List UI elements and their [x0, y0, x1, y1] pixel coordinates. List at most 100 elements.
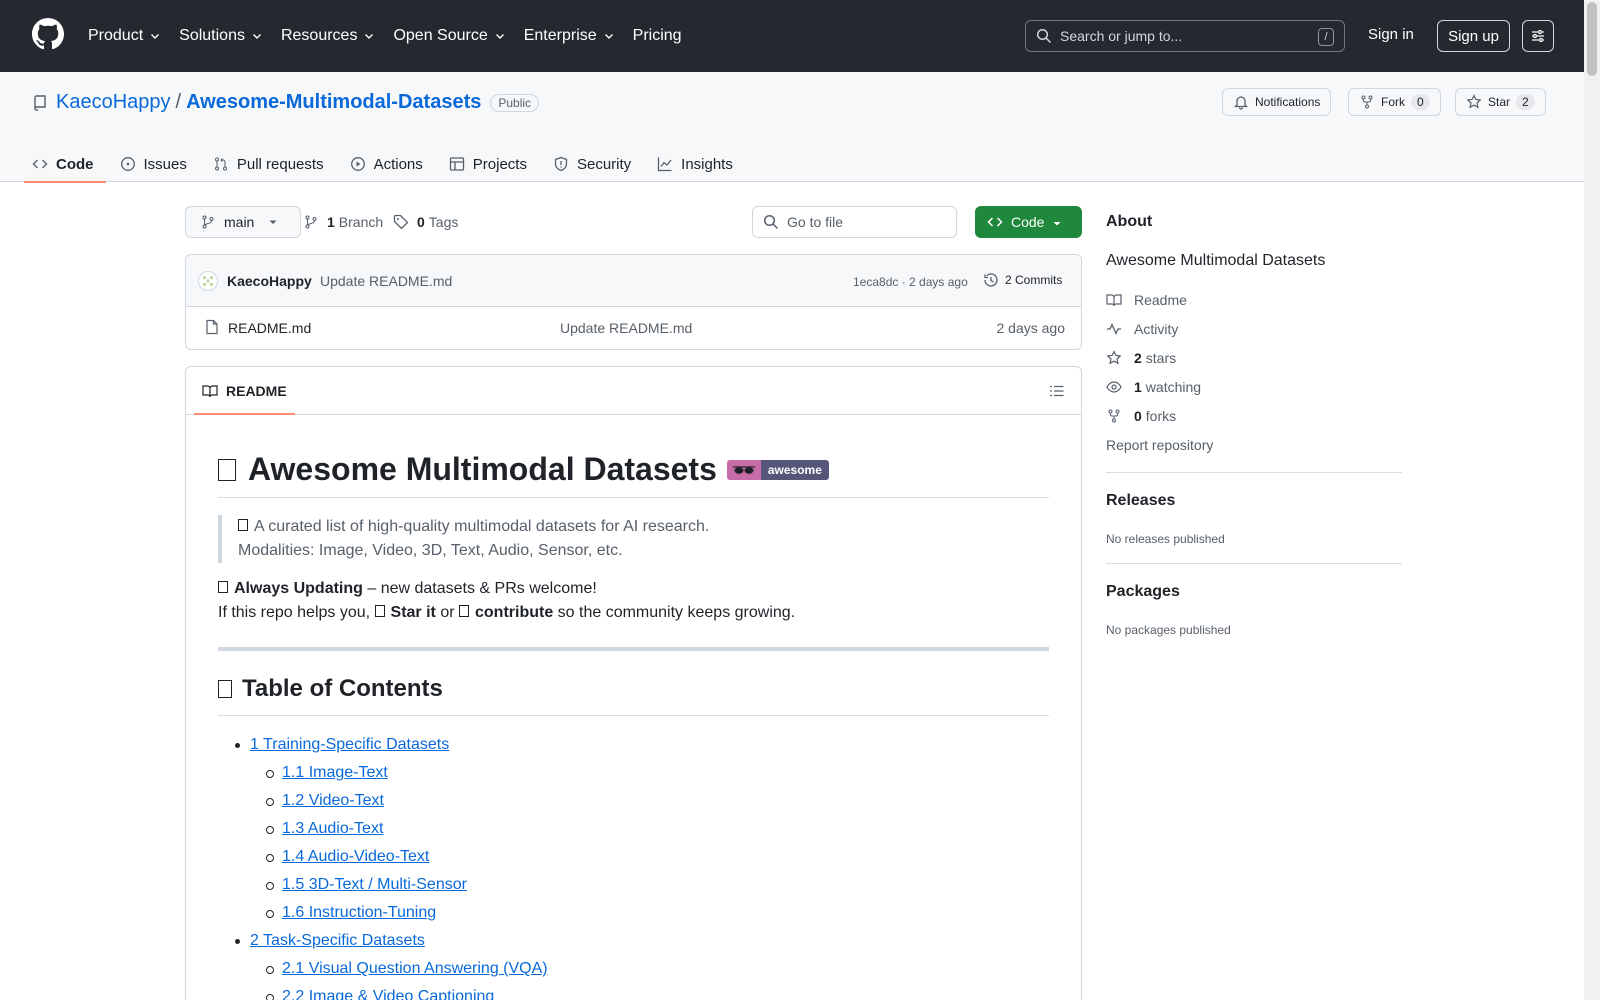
- tab-projects[interactable]: Projects: [449, 146, 527, 182]
- horizontal-rule: [218, 647, 1049, 651]
- global-header: Product Solutions Resources Open Source …: [0, 0, 1584, 72]
- toc-link[interactable]: 1.1 Image-Text: [282, 764, 388, 781]
- forks-link[interactable]: 0 forks: [1106, 408, 1176, 424]
- toc-link[interactable]: 2.2 Image & Video Captioning: [282, 988, 494, 1000]
- star-label: Star: [1488, 95, 1511, 109]
- fork-button[interactable]: Fork 0: [1348, 88, 1441, 116]
- nav-resources[interactable]: Resources: [281, 27, 375, 45]
- readme-tab[interactable]: README: [202, 383, 287, 399]
- packages-empty-text: No packages published: [1106, 623, 1231, 637]
- releases-heading[interactable]: Releases: [1106, 492, 1175, 510]
- commit-author-link[interactable]: KaecoHappy: [227, 273, 312, 289]
- nav-enterprise[interactable]: Enterprise: [524, 27, 615, 45]
- toc-link[interactable]: 1.6 Instruction-Tuning: [282, 904, 436, 921]
- report-repository-link[interactable]: Report repository: [1106, 437, 1213, 453]
- repo-owner-link[interactable]: KaecoHappy: [56, 91, 171, 114]
- activity-link-label: Activity: [1134, 321, 1179, 337]
- avatar[interactable]: [198, 271, 218, 291]
- emoji-placeholder-icon: [238, 519, 248, 531]
- github-logo-icon[interactable]: [32, 18, 64, 50]
- nav-product[interactable]: Product: [88, 27, 161, 45]
- branches-link[interactable]: 1 Branch: [303, 214, 383, 230]
- stars-link[interactable]: 2 stars: [1106, 350, 1176, 366]
- chevron-down-icon: [151, 34, 160, 39]
- list-item: 1 Training-Specific Datasets: [218, 733, 548, 761]
- nav-open-source[interactable]: Open Source: [393, 27, 505, 45]
- star-button[interactable]: Star 2: [1455, 88, 1546, 116]
- file-row[interactable]: README.md Update README.md 2 days ago: [186, 307, 1081, 349]
- search-icon: [763, 214, 779, 230]
- tab-pull-requests[interactable]: Pull requests: [213, 146, 324, 182]
- fork-count: 0: [1411, 94, 1430, 110]
- awesome-badge[interactable]: awesome: [726, 459, 829, 480]
- sliders-icon: [1532, 30, 1544, 42]
- tab-actions[interactable]: Actions: [350, 146, 423, 182]
- file-commit-time: 2 days ago: [996, 320, 1066, 336]
- file-commit-message[interactable]: Update README.md: [560, 320, 692, 336]
- commit-message-link[interactable]: Update README.md: [320, 273, 452, 289]
- readme-title: Awesome Multimodal Datasets awesome: [218, 451, 829, 488]
- tags-link[interactable]: 0 Tags: [393, 214, 458, 230]
- toc-link[interactable]: 2.1 Visual Question Answering (VQA): [282, 960, 548, 977]
- emoji-placeholder-icon: [218, 680, 232, 698]
- readme-link[interactable]: Readme: [1106, 292, 1187, 308]
- commits-link[interactable]: 2 Commits: [983, 272, 1062, 288]
- activity-link[interactable]: Activity: [1106, 321, 1178, 337]
- notifications-button[interactable]: Notifications: [1222, 88, 1332, 116]
- file-name-link[interactable]: README.md: [228, 320, 311, 336]
- commit-sha-time[interactable]: 1eca8dc · 2 days ago: [853, 275, 968, 289]
- commits-count-label: 2 Commits: [1005, 273, 1063, 287]
- toc-link[interactable]: 1 Training-Specific Datasets: [250, 736, 449, 753]
- sign-up-button[interactable]: Sign up: [1437, 20, 1510, 52]
- toc-heading: Table of Contents: [218, 675, 443, 703]
- list-item: 1.2 Video-Text: [218, 789, 548, 817]
- nav-pricing[interactable]: Pricing: [633, 27, 682, 45]
- emoji-placeholder-icon: [459, 605, 469, 617]
- graph-icon: [658, 157, 672, 172]
- settings-menu-button[interactable]: [1522, 20, 1554, 52]
- tab-label: Actions: [373, 155, 423, 173]
- visibility-badge: Public: [490, 93, 540, 112]
- search-input[interactable]: Search or jump to... /: [1025, 20, 1345, 52]
- quote-line-2: Modalities: Image, Video, 3D, Text, Audi…: [238, 542, 623, 559]
- releases-empty-text: No releases published: [1106, 532, 1225, 546]
- tab-issues[interactable]: Issues: [120, 146, 187, 182]
- emoji-placeholder-icon: [218, 458, 236, 481]
- tab-label: Insights: [681, 155, 733, 173]
- chevron-down-icon: [365, 34, 374, 39]
- toc-link[interactable]: 1.2 Video-Text: [282, 792, 384, 809]
- branch-selector-button[interactable]: main: [185, 206, 302, 238]
- quote-line-1: A curated list of high-quality multimoda…: [254, 518, 710, 535]
- packages-heading[interactable]: Packages: [1106, 583, 1180, 601]
- toc-link[interactable]: 2 Task-Specific Datasets: [250, 932, 425, 949]
- stars-label: stars: [1145, 350, 1177, 366]
- helps-suffix: so the community keeps growing.: [553, 604, 796, 621]
- about-heading: About: [1106, 213, 1153, 230]
- tab-insights[interactable]: Insights: [657, 146, 733, 182]
- readme-panel: README Awesome Multimodal Datasets aweso…: [185, 366, 1082, 1000]
- tab-code[interactable]: Code: [24, 146, 105, 183]
- code-dropdown-button[interactable]: Code: [975, 206, 1082, 238]
- nav-solutions[interactable]: Solutions: [179, 27, 263, 45]
- sunglasses-icon: [726, 459, 761, 480]
- tab-label: Issues: [143, 155, 187, 173]
- repo-header: KaecoHappy / Awesome-Multimodal-Datasets…: [0, 72, 1584, 183]
- watchers-link[interactable]: 1 watching: [1106, 379, 1201, 395]
- bell-icon: [1233, 96, 1249, 110]
- sign-in-link[interactable]: Sign in: [1368, 26, 1414, 43]
- list-unordered-icon[interactable]: [1049, 383, 1065, 399]
- toc-link[interactable]: 1.5 3D-Text / Multi-Sensor: [282, 876, 467, 893]
- fork-label: Fork: [1381, 95, 1405, 109]
- toc-link[interactable]: 1.4 Audio-Video-Text: [282, 848, 429, 865]
- repo-icon: [34, 94, 46, 111]
- page-scrollbar[interactable]: [1584, 0, 1600, 1000]
- list-item: 2.2 Image & Video Captioning: [218, 985, 548, 1000]
- watching-label: watching: [1145, 379, 1202, 395]
- tab-security[interactable]: Security: [553, 146, 631, 182]
- scrollbar-thumb[interactable]: [1587, 2, 1597, 76]
- go-to-file-input[interactable]: Go to file: [752, 206, 957, 238]
- repo-name-link[interactable]: Awesome-Multimodal-Datasets: [186, 91, 481, 114]
- awesome-badge-text: awesome: [760, 459, 829, 480]
- toc-link[interactable]: 1.3 Audio-Text: [282, 820, 383, 837]
- chevron-down-icon: [252, 34, 261, 39]
